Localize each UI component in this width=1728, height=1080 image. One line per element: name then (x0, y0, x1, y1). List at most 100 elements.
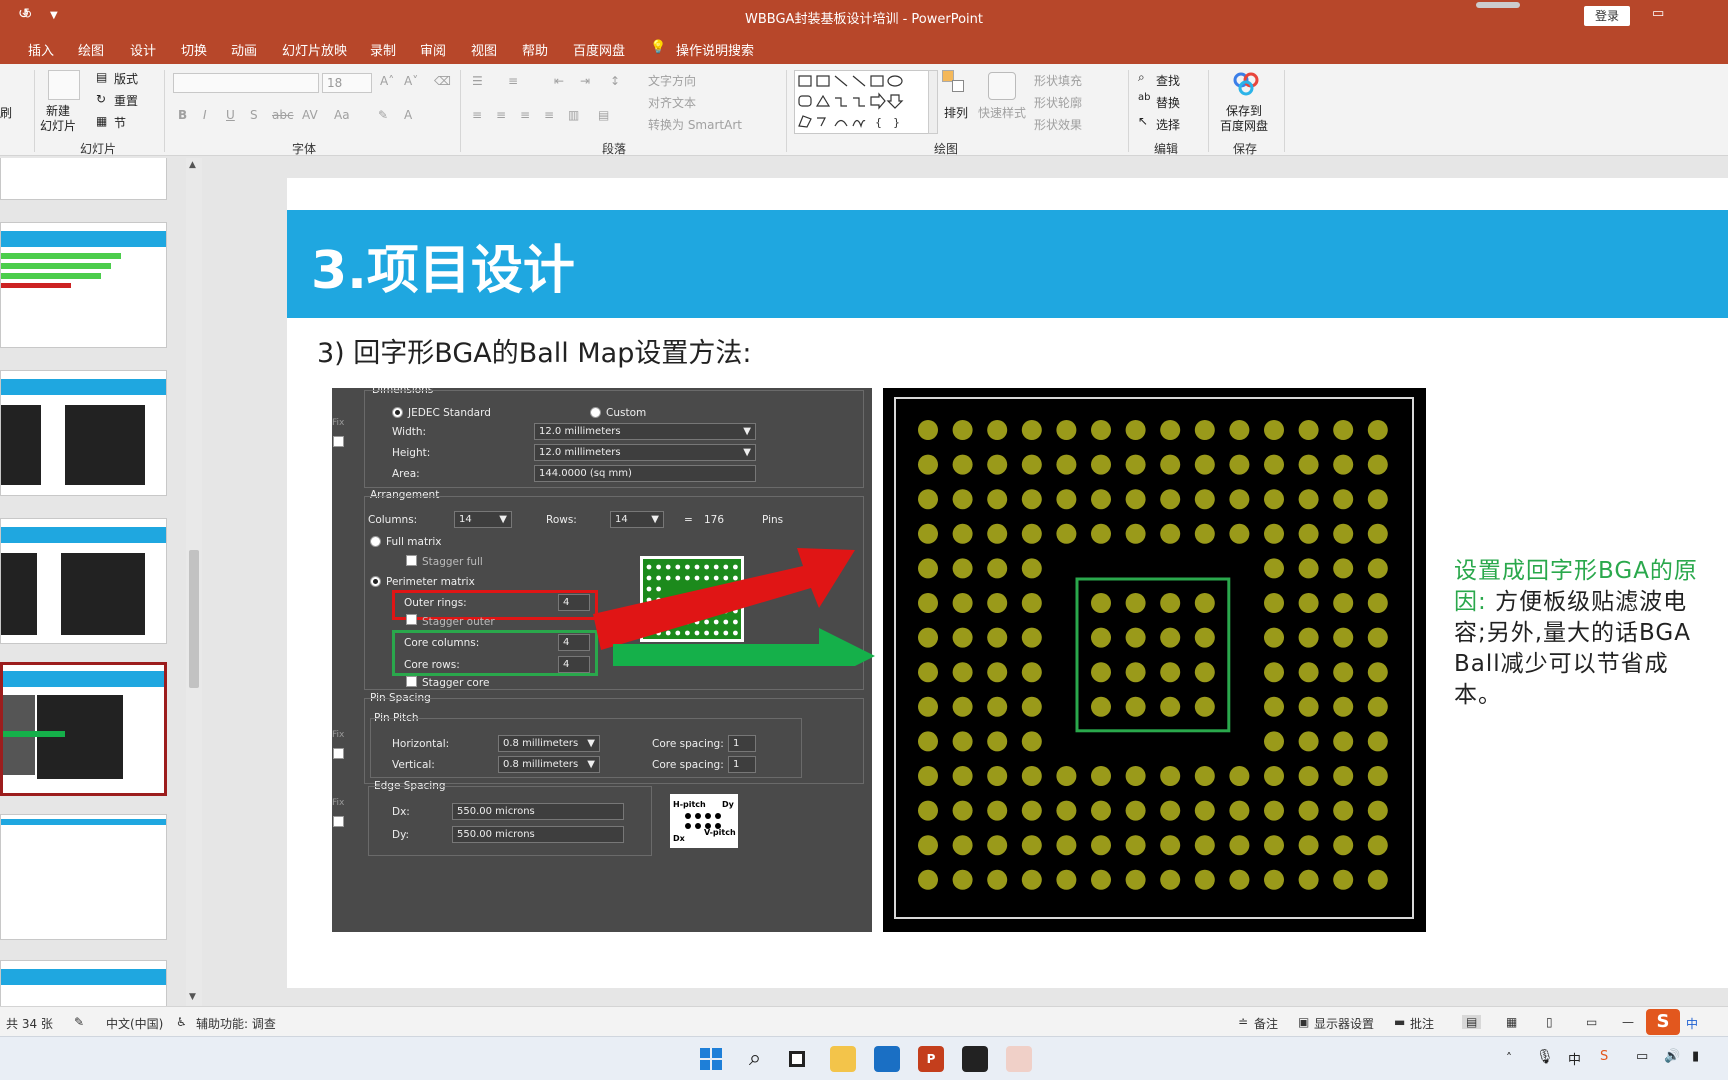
horizontal-select[interactable]: 0.8 millimeters ▼ (498, 735, 600, 752)
text-direction-button[interactable]: 文字方向 (648, 72, 696, 89)
layout-button[interactable]: 版式 (114, 70, 138, 87)
tray-chevron-icon[interactable]: ˄ (1506, 1051, 1512, 1065)
stagger-core-checkbox[interactable] (406, 676, 417, 687)
slide-canvas[interactable]: 3.项目设计 3) 回字形BGA的Ball Map设置方法: Dimension… (287, 178, 1728, 988)
search-icon[interactable]: ⌕ (742, 1046, 768, 1072)
highlight-icon[interactable]: ✎ (378, 108, 388, 122)
align-center-icon[interactable]: ≡ (496, 108, 506, 122)
battery-icon[interactable]: ▮ (1692, 1049, 1699, 1064)
select-button[interactable]: 选择 (1156, 116, 1180, 133)
slide-thumbnail-selected[interactable] (0, 662, 167, 796)
window-drag-handle[interactable] (1476, 2, 1520, 8)
shape-fill-button[interactable]: 形状填充 (1034, 72, 1082, 89)
pdf-taskbar-icon[interactable] (1006, 1046, 1032, 1072)
clear-format-icon[interactable]: ⌫ (434, 74, 451, 88)
vertical-select[interactable]: 0.8 millimeters ▼ (498, 756, 600, 773)
full-matrix-radio[interactable] (370, 536, 381, 547)
language-status[interactable]: 中文(中国) (106, 1015, 163, 1032)
font-size-combo[interactable]: 18 (322, 73, 372, 93)
reason-text[interactable]: 设置成回字形BGA的原因: 方便板级贴滤波电容;另外,量大的话BGA Ball减… (1454, 556, 1714, 711)
baidu-cloud-icon[interactable] (1232, 72, 1260, 96)
normal-view-icon[interactable]: ▤ (1462, 1015, 1482, 1029)
slide-sorter-icon[interactable]: ▦ (1506, 1015, 1517, 1029)
section-button[interactable]: 节 (114, 114, 126, 131)
change-case-icon[interactable]: Aa (334, 108, 350, 122)
distributed-icon[interactable]: ▥ (568, 108, 579, 122)
stagger-full-checkbox[interactable] (406, 555, 417, 566)
save-to-baidu-button[interactable]: 保存到 百度网盘 (1220, 104, 1268, 134)
tab-insert[interactable]: 插入 (28, 40, 54, 59)
tab-design[interactable]: 设计 (130, 40, 156, 59)
height-select[interactable]: 12.0 millimeters ▼ (534, 444, 756, 461)
fix-checkbox[interactable] (333, 748, 344, 759)
bga-ball-map[interactable] (883, 388, 1426, 932)
bullets-icon[interactable]: ☰ (472, 74, 483, 88)
core-spacing-h-field[interactable]: 1 (728, 735, 756, 752)
decrease-indent-icon[interactable]: ⇤ (554, 74, 564, 88)
columns-select[interactable]: 14 ▼ (454, 511, 512, 528)
core-spacing-v-field[interactable]: 1 (728, 756, 756, 773)
slide-title[interactable]: 3.项目设计 (311, 228, 575, 303)
line-spacing-icon[interactable]: ↕ (610, 74, 620, 88)
sogou-tray-icon[interactable]: S (1600, 1049, 1608, 1064)
italic-icon[interactable]: I (203, 108, 207, 122)
comments-button[interactable]: 批注 (1410, 1015, 1434, 1032)
powerpoint-taskbar-icon[interactable]: P (918, 1046, 944, 1072)
tell-me-search[interactable]: 操作说明搜索 (676, 40, 754, 59)
slide-thumbnail[interactable] (0, 814, 167, 940)
arrange-button[interactable]: 排列 (944, 104, 968, 121)
volume-icon[interactable]: 🔊 (1664, 1049, 1680, 1064)
shapes-gallery[interactable]: {} (794, 70, 930, 134)
app-taskbar-icon[interactable] (962, 1046, 988, 1072)
slide-thumbnail[interactable] (0, 222, 167, 348)
new-slide-button[interactable]: 新建 幻灯片 (40, 104, 76, 134)
slideshow-icon[interactable]: ▭ (1586, 1015, 1597, 1029)
align-text-button[interactable]: 对齐文本 (648, 94, 696, 111)
spelling-icon[interactable]: ✎ (74, 1015, 84, 1029)
underline-icon[interactable]: U (226, 108, 235, 122)
scroll-down-icon[interactable]: ▼ (189, 992, 196, 1002)
notes-button[interactable]: 备注 (1254, 1015, 1278, 1032)
format-painter-partial[interactable]: 刷 (0, 104, 12, 121)
tab-slideshow[interactable]: 幻灯片放映 (282, 40, 347, 59)
slide-subtitle[interactable]: 3) 回字形BGA的Ball Map设置方法: (317, 331, 751, 370)
increase-indent-icon[interactable]: ⇥ (580, 74, 590, 88)
arrange-icon[interactable] (942, 70, 966, 96)
accessibility-status[interactable]: 辅助功能: 调查 (196, 1015, 276, 1032)
tab-help[interactable]: 帮助 (522, 40, 548, 59)
shape-outline-button[interactable]: 形状轮廓 (1034, 94, 1082, 111)
font-color-icon[interactable]: A (404, 108, 412, 122)
microphone-icon[interactable]: 🎙 (1536, 1049, 1554, 1065)
fix-checkbox[interactable] (333, 816, 344, 827)
reading-view-icon[interactable]: ▯ (1546, 1015, 1553, 1029)
file-explorer-icon[interactable] (830, 1046, 856, 1072)
convert-smartart-button[interactable]: 转换为 SmartArt (648, 116, 742, 133)
slide-thumbnail[interactable] (0, 158, 167, 200)
jedec-radio[interactable] (392, 407, 403, 418)
windows-start-icon[interactable] (698, 1046, 724, 1072)
custom-radio[interactable] (590, 407, 601, 418)
grow-font-icon[interactable]: A˄ (380, 74, 394, 88)
task-view-icon[interactable] (784, 1046, 810, 1072)
zoom-out-icon[interactable]: — (1622, 1015, 1634, 1029)
tab-record[interactable]: 录制 (370, 40, 396, 59)
tab-animations[interactable]: 动画 (231, 40, 257, 59)
display-settings-button[interactable]: 显示器设置 (1314, 1015, 1374, 1032)
scroll-up-icon[interactable]: ▲ (189, 160, 196, 170)
shape-effects-button[interactable]: 形状效果 (1034, 116, 1082, 133)
stagger-outer-checkbox[interactable] (406, 614, 417, 625)
width-select[interactable]: 12.0 millimeters ▼ (534, 423, 756, 440)
network-icon[interactable]: ▭ (1636, 1049, 1648, 1064)
ime-status[interactable]: 中 (1686, 1015, 1698, 1032)
login-button[interactable]: 登录 (1584, 6, 1630, 26)
sogou-ime-icon[interactable]: S (1646, 1009, 1680, 1035)
ribbon-display-options-icon[interactable]: ▭ (1652, 6, 1664, 21)
shrink-font-icon[interactable]: A˅ (404, 74, 418, 88)
tab-transitions[interactable]: 切换 (181, 40, 207, 59)
quick-styles-button[interactable]: 快速样式 (978, 104, 1026, 121)
justify-icon[interactable]: ≡ (544, 108, 554, 122)
char-spacing-icon[interactable]: AV (302, 108, 318, 122)
thumbnail-scrollbar[interactable]: ▲ ▼ (186, 158, 202, 1006)
tab-baidu[interactable]: 百度网盘 (573, 40, 625, 59)
align-left-icon[interactable]: ≡ (472, 108, 482, 122)
